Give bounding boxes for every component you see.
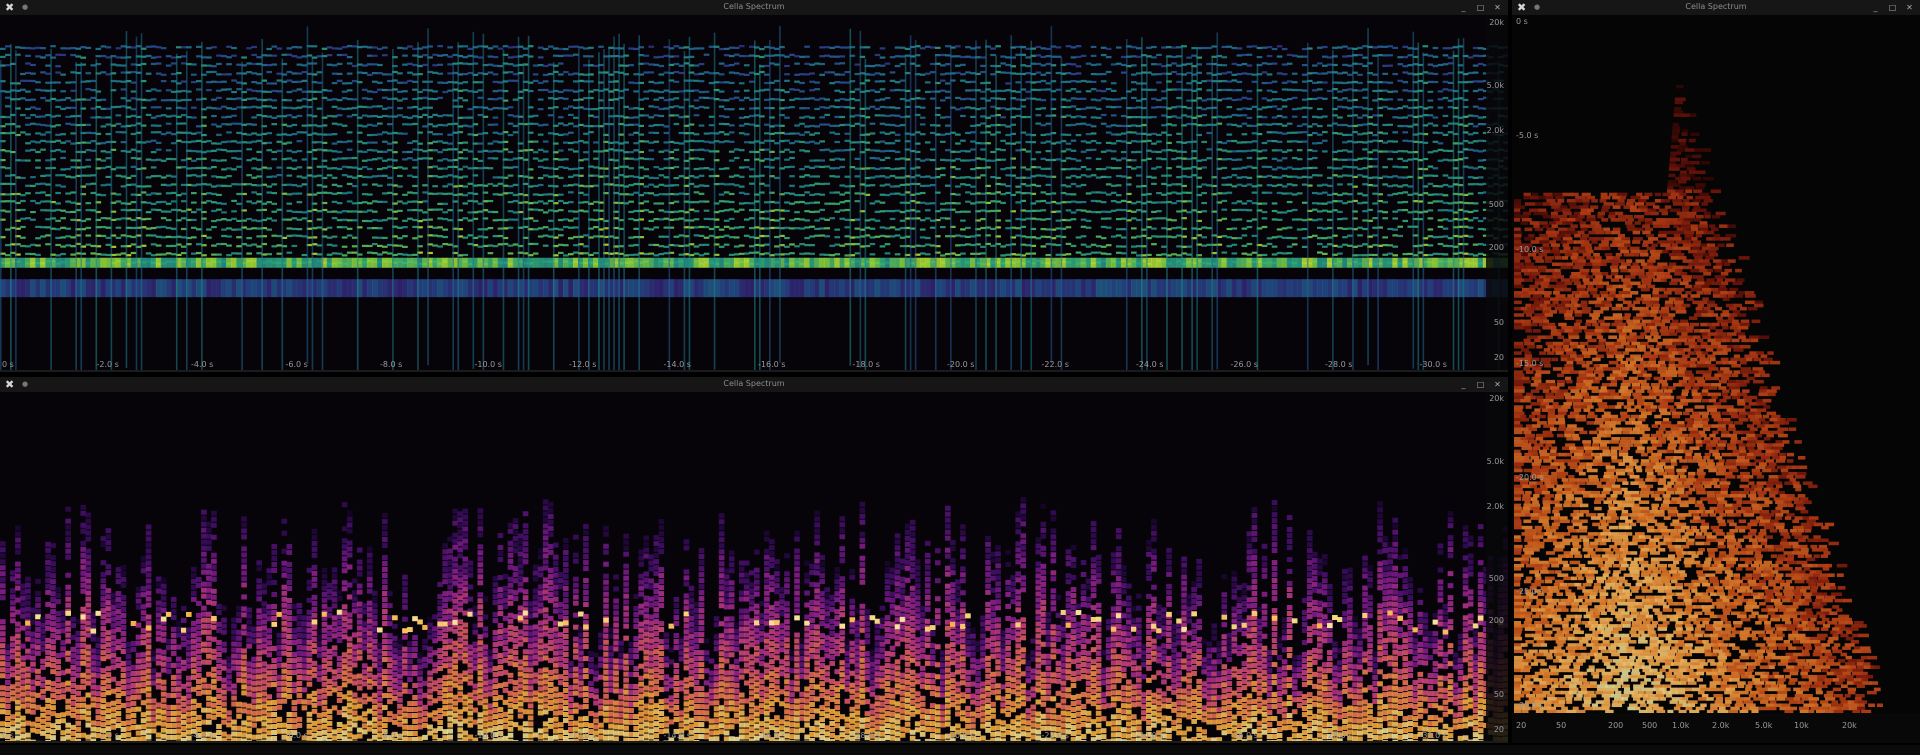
time-axis-label: -26.0 s [1230, 360, 1258, 369]
time-axis-label: -14.0 s [663, 360, 691, 369]
time-axis-label: -20.0 s [947, 731, 975, 740]
spectrogram-plot[interactable]: 0 s -5.0 s -10.0 s -15.0 s -20.0 s -25.0 s -30… [1512, 15, 1920, 743]
time-axis-label: -16.0 s [758, 360, 786, 369]
freq-axis-label: 2.0k [1486, 502, 1504, 511]
freq-axis-label: 5.0k [1486, 81, 1504, 90]
titlebar-right[interactable]: ✖ ● Cella Spectrum _ □ ✕ [1512, 0, 1920, 16]
window-title: Cella Spectrum [723, 379, 785, 388]
close-button[interactable]: ✕ [1493, 377, 1502, 392]
time-axis-label: -30.0 s [1516, 701, 1544, 710]
time-axis-label: -22.0 s [1041, 360, 1069, 369]
time-axis-label: -16.0 s [758, 731, 786, 740]
time-axis-label: -24.0 s [1136, 731, 1164, 740]
freq-axis-label: 20k [1842, 721, 1857, 730]
freq-axis-label: 500 [1488, 574, 1504, 583]
titlebar-bottom[interactable]: ✖ ● Cella Spectrum _ □ ✕ [0, 377, 1508, 393]
time-axis-label: -2.0 s [96, 360, 119, 369]
freq-axis-label: 50 [1493, 318, 1504, 327]
freq-axis-label: 200 [1488, 616, 1504, 625]
time-axis-label: -8.0 s [380, 360, 403, 369]
time-axis-label: -20.0 s [947, 360, 975, 369]
time-axis-label: -28.0 s [1325, 360, 1353, 369]
time-axis-label: -24.0 s [1136, 360, 1164, 369]
spectrum-window-bottom[interactable]: ✖ ● Cella Spectrum _ □ ✕ 0 s -2.0 s -4.0 s… [0, 377, 1508, 743]
freq-axis-label: 50 [1556, 721, 1567, 730]
time-axis-label: -26.0 s [1230, 731, 1258, 740]
time-axis-label: -15.0 s [1516, 359, 1544, 368]
time-axis-label: -14.0 s [663, 731, 691, 740]
time-axis-label: -18.0 s [852, 731, 880, 740]
freq-axis-label: 5.0k [1755, 721, 1773, 730]
time-axis-label: -2.0 s [96, 731, 119, 740]
time-axis-label: -6.0 s [285, 360, 308, 369]
time-axis-label: 0 s [2, 731, 14, 740]
time-axis-label: -10.0 s [474, 360, 502, 369]
time-axis-label: 0 s [2, 360, 14, 369]
close-button[interactable]: ✕ [1905, 0, 1914, 15]
window-title: Cella Spectrum [1685, 2, 1747, 11]
freq-axis-label: 1.0k [1672, 721, 1690, 730]
maximize-button[interactable]: □ [1476, 377, 1485, 392]
minimize-button[interactable]: _ [1871, 0, 1880, 15]
time-axis-label: 0 s [1516, 17, 1528, 26]
maximize-button[interactable]: □ [1888, 0, 1897, 15]
window-title: Cella Spectrum [723, 2, 785, 11]
time-axis-label: -4.0 s [191, 731, 214, 740]
freq-axis-label: 20 [1493, 725, 1504, 734]
freq-axis-label: 10k [1794, 721, 1809, 730]
time-axis-label: -18.0 s [852, 360, 880, 369]
time-axis-label: -5.0 s [1516, 131, 1539, 140]
freq-axis-label: 200 [1608, 721, 1624, 730]
time-axis-label: -25.0 s [1516, 587, 1544, 596]
titlebar-top[interactable]: ✖ ● Cella Spectrum _ □ ✕ [0, 0, 1508, 16]
time-axis-label: -12.0 s [569, 360, 597, 369]
time-axis-label: -22.0 s [1041, 731, 1069, 740]
spectrogram-plot[interactable]: 0 s -2.0 s -4.0 s -6.0 s -8.0 s -10.0 s -12.0 … [0, 392, 1508, 743]
freq-axis-label: 500 [1642, 721, 1658, 730]
freq-axis-label: 20k [1489, 18, 1504, 27]
spectrum-window-top[interactable]: ✖ ● Cella Spectrum _ □ ✕ 0 s -2.0 s -4.0 s… [0, 0, 1508, 372]
minimize-button[interactable]: _ [1459, 377, 1468, 392]
time-axis-label: -10.0 s [1516, 245, 1544, 254]
time-axis-label: -4.0 s [191, 360, 214, 369]
freq-axis-label: 200 [1488, 243, 1504, 252]
time-axis-label: -6.0 s [285, 731, 308, 740]
close-button[interactable]: ✕ [1493, 0, 1502, 15]
freq-axis-label: 2.0k [1486, 126, 1504, 135]
time-axis-label: -10.0 s [474, 731, 502, 740]
minimize-button[interactable]: _ [1459, 0, 1468, 15]
freq-axis-label: 50 [1493, 690, 1504, 699]
maximize-button[interactable]: □ [1476, 0, 1485, 15]
time-axis-label: -12.0 s [569, 731, 597, 740]
time-axis-label: -20.0 s [1516, 473, 1544, 482]
time-axis-label: -30.0 s [1419, 731, 1447, 740]
taskbar-strip [0, 745, 1920, 755]
spectrogram-plot[interactable]: 0 s -2.0 s -4.0 s -6.0 s -8.0 s -10.0 s -12.0 … [0, 15, 1508, 372]
freq-axis-label: 20 [1516, 721, 1527, 730]
freq-axis-label: 2.0k [1712, 721, 1730, 730]
freq-axis-label: 20 [1493, 353, 1504, 362]
time-axis-label: -8.0 s [380, 731, 403, 740]
freq-axis-label: 500 [1488, 200, 1504, 209]
time-axis-label: -30.0 s [1419, 360, 1447, 369]
time-axis-label: -28.0 s [1325, 731, 1353, 740]
freq-axis-label: 5.0k [1486, 457, 1504, 466]
spectrum-window-right[interactable]: ✖ ● Cella Spectrum _ □ ✕ 0 s -5.0 s -10.0 … [1512, 0, 1920, 743]
freq-axis-label: 20k [1489, 394, 1504, 403]
